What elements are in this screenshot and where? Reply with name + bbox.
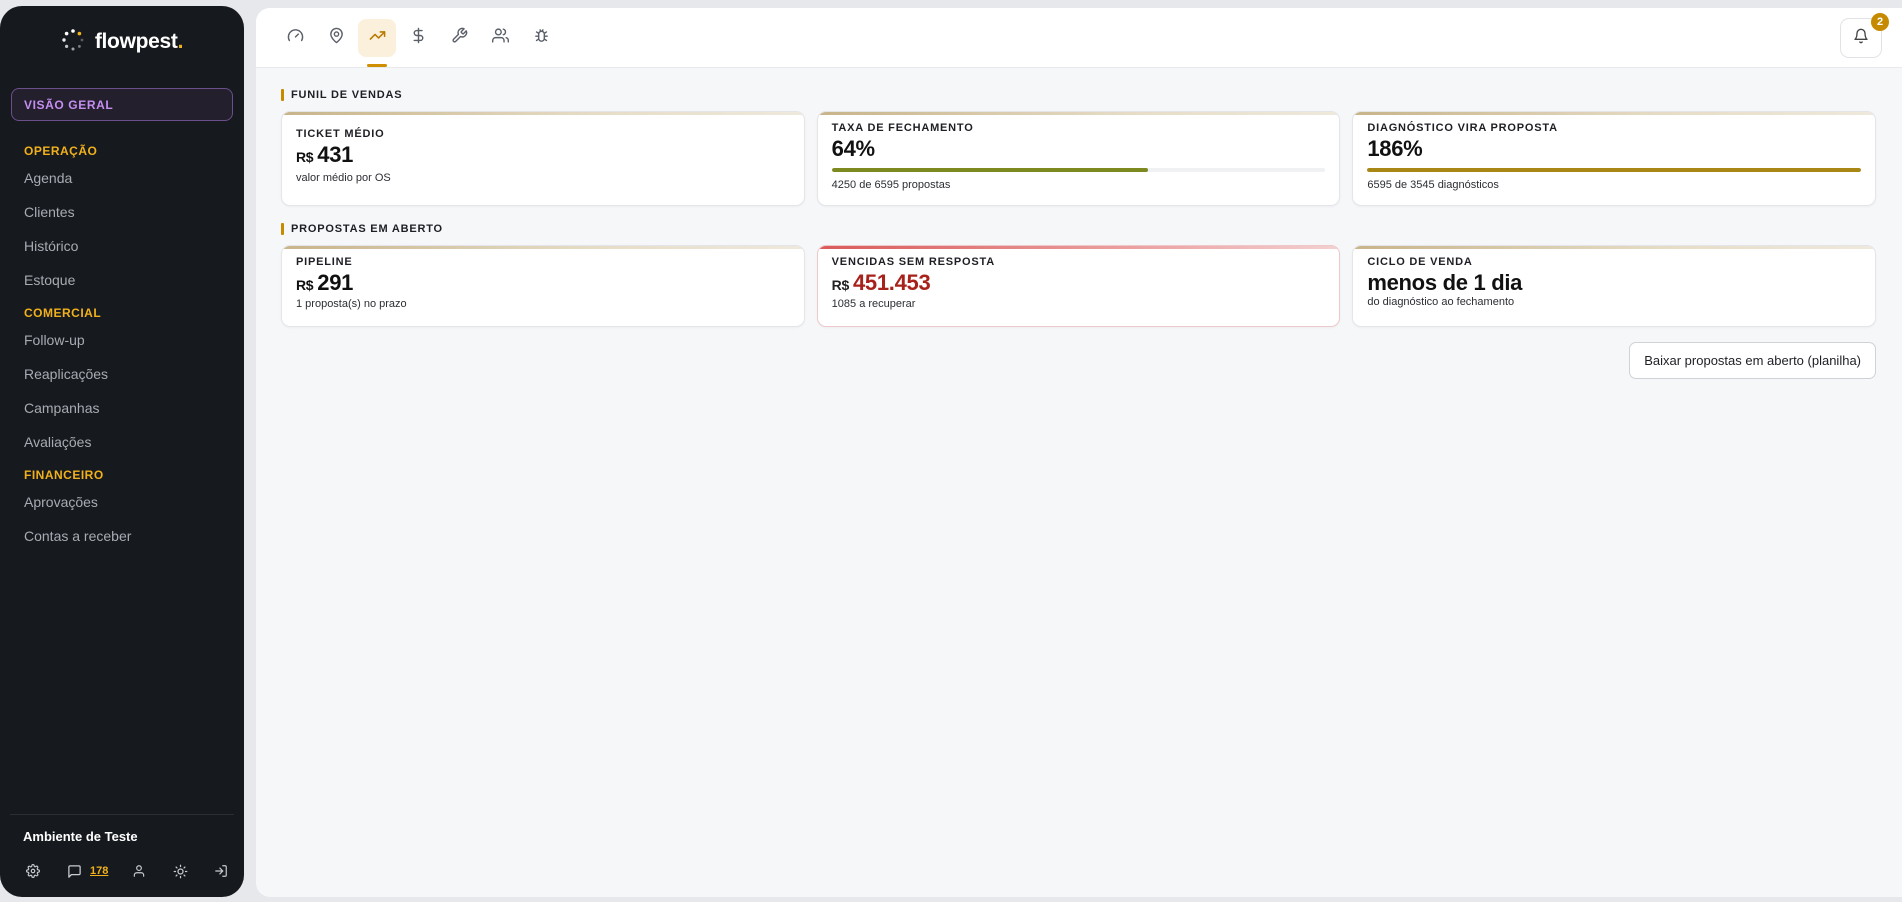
app-root: flowpest. VISÃO GERAL OPERAÇÃO Agenda Cl… [0,0,1902,902]
tab-dashboard[interactable] [276,19,314,57]
card-sub: 1085 a recuperar [831,298,916,310]
sidebar-item-avaliacoes[interactable]: Avaliações [0,425,244,459]
sidebar-item-clientes[interactable]: Clientes [0,195,244,229]
card-label: CICLO DE VENDA [1367,256,1473,268]
bell-icon [1853,28,1869,49]
sun-icon[interactable] [170,861,190,881]
card-sub: valor médio por OS [296,172,391,184]
progress-bar [831,168,1326,172]
card-value: R$ 291 [296,270,354,295]
gear-icon[interactable] [23,861,43,881]
nav-overview-label: VISÃO GERAL [24,97,114,112]
funnel-cards: TICKET MÉDIO R$ 431 valor médio por OS TA… [281,111,1877,206]
card-vencidas-sem-resposta: VENCIDAS SEM RESPOSTA R$ 451.453 1085 a r… [816,245,1341,327]
sidebar-footer: Ambiente de Teste 178 [10,814,234,897]
card-value: R$ 431 [296,142,354,167]
nav-overview[interactable]: VISÃO GERAL [11,88,233,121]
card-ciclo-de-venda: CICLO DE VENDA menos de 1 dia do diagnós… [1352,245,1877,327]
tab-sales[interactable] [358,18,396,67]
sidebar-item-reaplicacoes[interactable]: Reaplicações [0,357,244,391]
card-sub: 1 proposta(s) no prazo [296,298,407,310]
sidebar-item-campanhas[interactable]: Campanhas [0,391,244,425]
nav-section-financeiro: FINANCEIRO [24,468,104,482]
tab-finance[interactable] [399,19,437,57]
card-value: menos de 1 dia [1367,270,1523,295]
map-pin-icon [328,27,345,49]
card-ticket-medio: TICKET MÉDIO R$ 431 valor médio por OS [281,111,805,206]
sidebar-item-agenda[interactable]: Agenda [0,161,244,195]
module-tabs [256,18,560,67]
card-taxa-fechamento: TAXA DE FECHAMENTO 64% 4250 de 6595 prop… [816,111,1341,206]
section-title-funnel: FUNIL DE VENDAS [281,88,1876,102]
card-sub: 6595 de 3545 diagnósticos [1367,179,1499,191]
sidebar-item-aprovacoes[interactable]: Aprovações [0,485,244,519]
bug-icon [533,27,550,49]
user-icon[interactable] [129,861,149,881]
card-label: PIPELINE [296,256,353,268]
footer-actions: 178 [10,861,234,881]
logout-icon[interactable] [211,861,231,881]
environment-label: Ambiente de Teste [23,829,138,844]
sidebar-item-contas-a-receber[interactable]: Contas a receber [0,519,244,553]
nav-section-comercial: COMERCIAL [24,306,102,320]
card-label: TAXA DE FECHAMENTO [831,122,974,134]
topbar: 2 [256,8,1902,68]
card-pipeline: PIPELINE R$ 291 1 proposta(s) no prazo [281,245,805,327]
notifications-button[interactable]: 2 [1840,13,1889,58]
tab-pests[interactable] [522,19,560,57]
chat-count: 178 [90,865,109,877]
brand-name: flowpest. [94,30,184,53]
chat-button[interactable]: 178 [64,861,108,881]
tab-map[interactable] [317,19,355,57]
card-diagnostico-vira-proposta: DIAGNÓSTICO VIRA PROPOSTA 186% 6595 de 3… [1352,111,1877,206]
card-value: 64% [831,136,875,161]
progress-fill [1367,168,1862,172]
main-panel: 2 FUNIL DE VENDAS TICKET MÉDIO R$ 431 val… [256,8,1902,897]
card-value: 186% [1367,136,1423,161]
chat-icon [64,861,84,881]
progress-bar [1367,168,1862,172]
logo-spinner-icon [61,28,85,57]
card-sub: do diagnóstico ao fechamento [1367,296,1515,308]
card-sub: 4250 de 6595 propostas [831,179,951,191]
users-icon [491,27,509,49]
tab-services[interactable] [440,19,478,57]
tab-team[interactable] [481,19,519,57]
download-open-proposals-button[interactable]: Baixar propostas em aberto (planilha) [1629,342,1876,379]
card-label: TICKET MÉDIO [296,128,385,140]
progress-fill [831,168,1148,172]
download-row: Baixar propostas em aberto (planilha) [281,342,1876,379]
gauge-icon [287,27,304,49]
trending-up-icon [369,27,386,49]
dollar-icon [410,27,427,49]
notification-badge: 2 [1871,13,1889,31]
sidebar-item-estoque[interactable]: Estoque [0,263,244,297]
card-value: R$ 451.453 [831,270,931,295]
brand[interactable]: flowpest. [0,6,244,78]
open-proposals-cards: PIPELINE R$ 291 1 proposta(s) no prazo VE… [281,245,1877,327]
card-label: DIAGNÓSTICO VIRA PROPOSTA [1367,122,1558,134]
sidebar-item-historico[interactable]: Histórico [0,229,244,263]
dashboard-content: FUNIL DE VENDAS TICKET MÉDIO R$ 431 valor… [256,88,1902,379]
sidebar: flowpest. VISÃO GERAL OPERAÇÃO Agenda Cl… [0,6,244,897]
card-label: VENCIDAS SEM RESPOSTA [831,256,995,268]
section-title-open-proposals: PROPOSTAS EM ABERTO [281,222,1876,236]
sidebar-nav: OPERAÇÃO Agenda Clientes Histórico Estoq… [0,121,244,553]
wrench-icon [451,27,468,49]
sidebar-item-follow-up[interactable]: Follow-up [0,323,244,357]
nav-section-operacao: OPERAÇÃO [24,144,98,158]
